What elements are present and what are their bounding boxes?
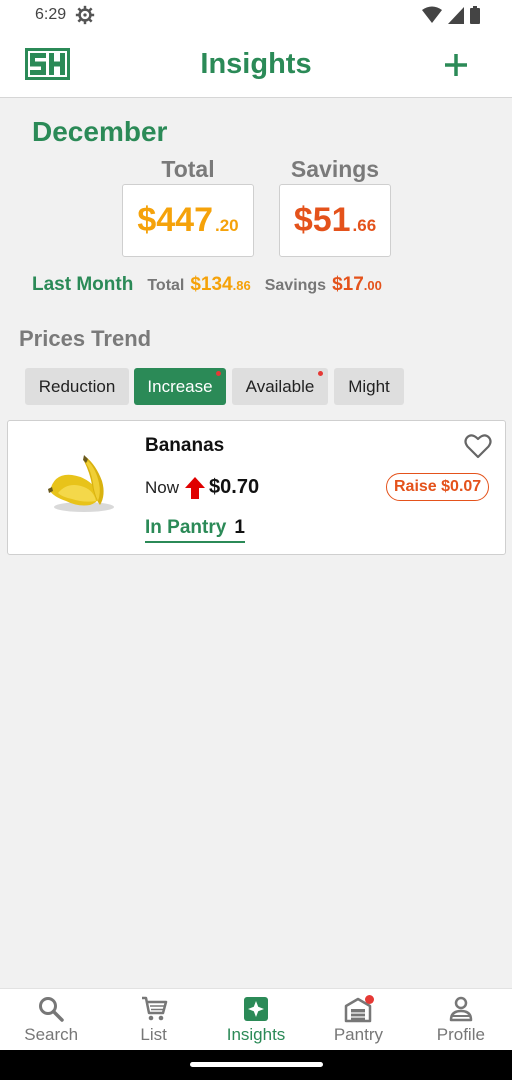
nav-list[interactable]: List — [102, 989, 204, 1050]
now-label: Now — [145, 477, 180, 497]
status-bar: 6:29 — [0, 0, 512, 32]
total-label: Total — [161, 156, 215, 182]
nav-label: Insights — [226, 1025, 286, 1044]
total-cents: .20 — [215, 216, 239, 235]
nav-label: List — [140, 1025, 167, 1044]
savings-box: $51 .66 — [279, 184, 391, 257]
nav-label: Pantry — [333, 1025, 383, 1044]
last-month-total-dollars: $134 — [190, 274, 233, 295]
chip-available[interactable]: Available — [232, 368, 328, 405]
page-title: Insights — [200, 48, 312, 80]
chip-might[interactable]: Might — [334, 368, 404, 405]
last-month-row: Last Month Total $134.86 Savings $17.00 — [32, 274, 382, 296]
last-month-savings-dollars: $17 — [332, 274, 364, 295]
nav-pantry[interactable]: Pantry — [307, 989, 409, 1050]
last-month-savings-label: Savings — [264, 277, 327, 294]
savings-dollars: $51 — [293, 201, 351, 239]
last-month-label: Last Month — [32, 274, 134, 295]
in-pantry-label: In Pantry — [145, 517, 227, 538]
nav-label: Profile — [436, 1025, 485, 1044]
nav-search[interactable]: Search — [0, 989, 102, 1050]
arrow-up-icon — [185, 476, 206, 499]
chip-label: Reduction — [38, 376, 116, 396]
chip-notification-dot — [318, 371, 323, 376]
item-card[interactable]: Bananas Now $0.70 Raise $0.07 In Pantry … — [7, 420, 506, 555]
last-month-total-label: Total — [147, 277, 185, 294]
nav-label: Search — [24, 1025, 79, 1044]
home-gesture-handle[interactable] — [190, 1062, 323, 1067]
cart-icon — [141, 996, 167, 1021]
status-time: 6:29 — [35, 6, 67, 23]
chip-label: Increase — [147, 376, 213, 396]
last-month-total-cents: .86 — [232, 278, 251, 293]
last-month-savings-cents: .00 — [363, 278, 382, 293]
add-icon[interactable] — [440, 49, 472, 81]
chip-label: Available — [245, 376, 315, 396]
settings-gear-icon — [75, 5, 95, 25]
insights-icon — [244, 997, 269, 1021]
signal-icon — [448, 6, 464, 24]
total-dollars: $447 — [137, 201, 213, 239]
chip-reduction[interactable]: Reduction — [25, 368, 129, 405]
heart-outline-icon[interactable] — [464, 433, 492, 459]
status-icons — [422, 6, 480, 24]
chip-increase[interactable]: Increase — [134, 368, 226, 405]
month-heading: December — [32, 116, 168, 147]
bottom-nav: Search List Insights Pantry Profile — [0, 988, 512, 1050]
price-raise-badge: Raise $0.07 — [386, 473, 490, 501]
wifi-icon — [422, 6, 442, 23]
pantry-notification-dot — [365, 995, 375, 1004]
savings-cents: .66 — [352, 216, 377, 235]
savings-label: Savings — [290, 156, 380, 182]
nav-insights[interactable]: Insights — [205, 989, 307, 1050]
item-name: Bananas — [145, 435, 225, 456]
battery-icon — [470, 6, 480, 24]
chip-label: Might — [348, 376, 390, 396]
last-month-savings-value: $17.00 — [332, 274, 382, 296]
in-pantry-count: 1 — [234, 517, 245, 538]
chip-notification-dot — [216, 371, 221, 376]
last-month-total-value: $134.86 — [190, 274, 250, 296]
in-pantry-link[interactable]: In Pantry 1 — [145, 517, 245, 543]
banana-image — [48, 455, 114, 512]
total-box: $447 .20 — [122, 184, 254, 257]
current-price-row: Now $0.70 — [145, 476, 259, 499]
app-bar: Insights — [0, 32, 512, 98]
person-icon — [449, 996, 473, 1022]
nav-profile[interactable]: Profile — [410, 989, 512, 1050]
current-price: $0.70 — [209, 476, 260, 498]
search-icon — [39, 997, 64, 1022]
prices-trend-title: Prices Trend — [19, 326, 152, 351]
